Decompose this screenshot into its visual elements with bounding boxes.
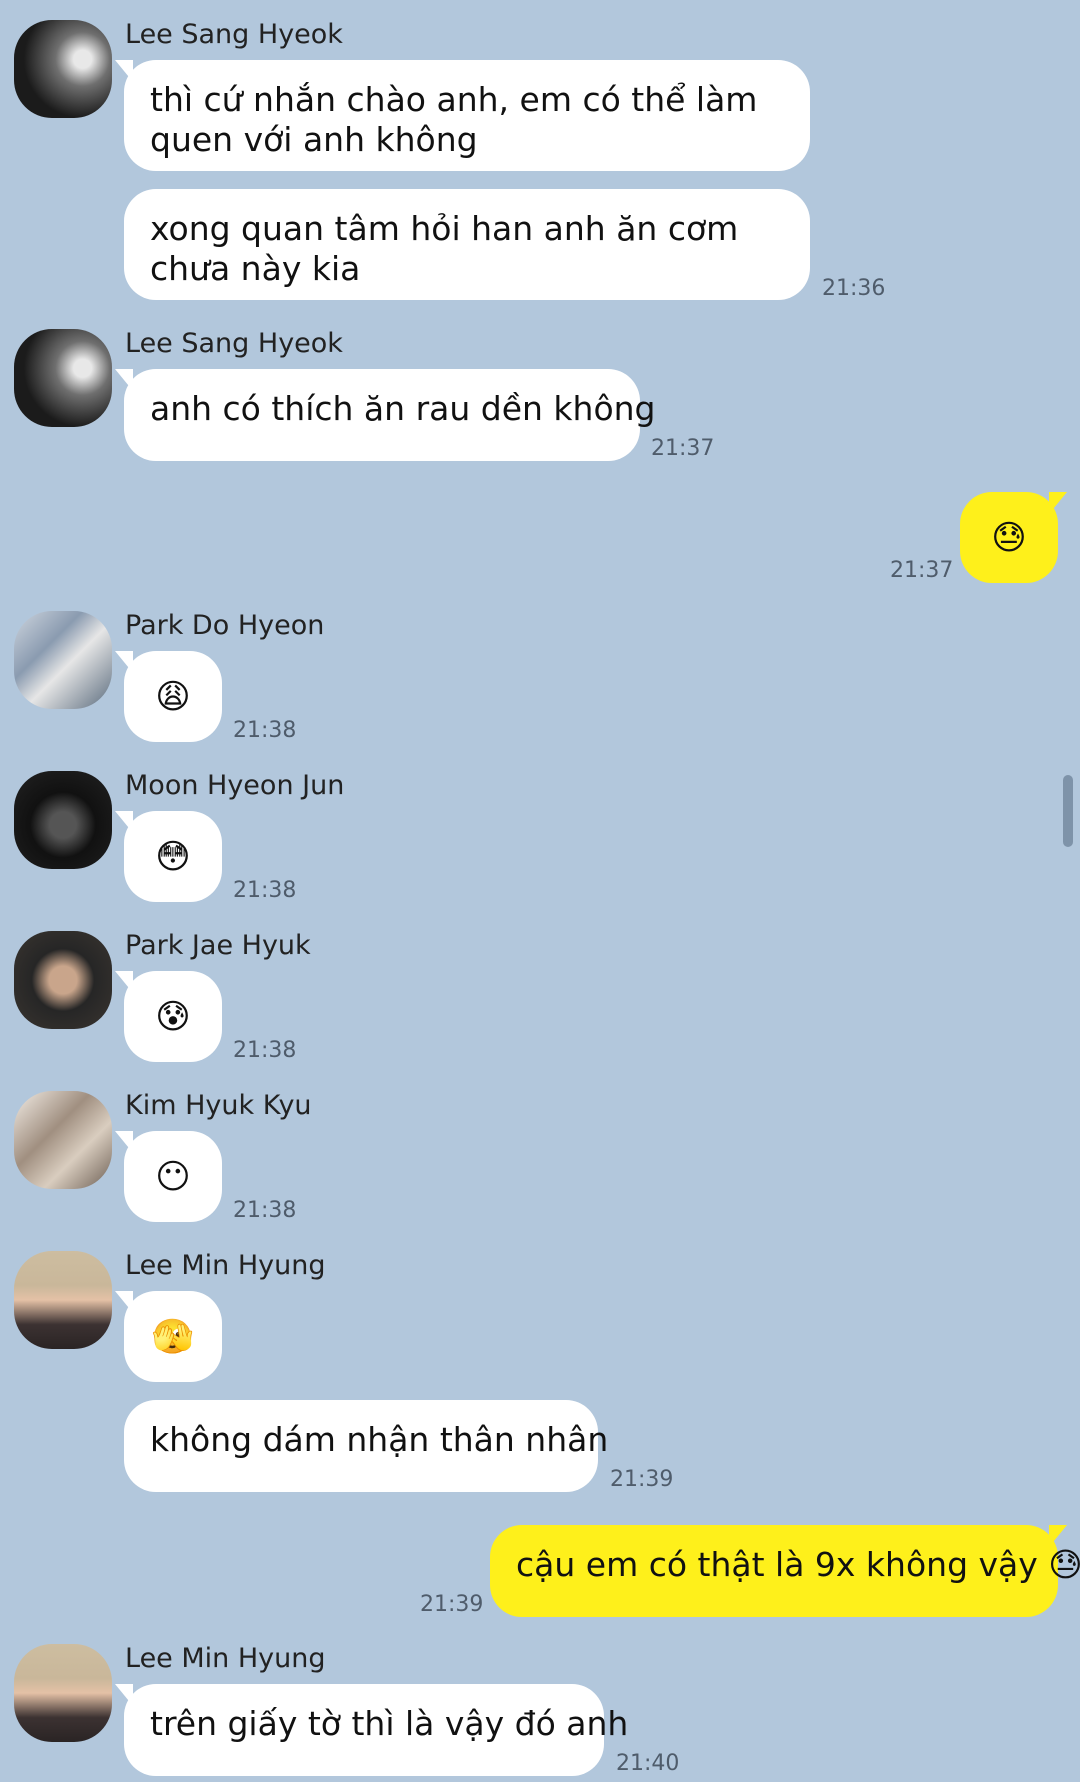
- message-bubble[interactable]: 😰: [115, 971, 222, 1062]
- chat-message-list[interactable]: Lee Sang Hyeok thì cứ nhắn chào anh, em …: [0, 0, 1080, 1782]
- avatar-lee-sang-hyeok[interactable]: [14, 20, 112, 118]
- message-bubble[interactable]: 🫣: [115, 1291, 222, 1382]
- avatar-lee-min-hyung[interactable]: [14, 1251, 112, 1349]
- message-timestamp: 21:38: [233, 718, 297, 743]
- message-timestamp: 21:39: [610, 1467, 674, 1492]
- avatar-lee-min-hyung[interactable]: [14, 1644, 112, 1742]
- message-bubble[interactable]: anh có thích ăn rau dền không: [115, 369, 656, 461]
- scrollbar-thumb[interactable]: [1063, 775, 1073, 847]
- sender-name: Lee Sang Hyeok: [125, 19, 343, 50]
- message-bubble[interactable]: không dám nhận thân nhân: [124, 1400, 608, 1492]
- outgoing-message-bubble[interactable]: cậu em có thật là 9x không vậy 😓: [490, 1525, 1080, 1617]
- message-bubble[interactable]: xong quan tâm hỏi han anh ăn cơm chưa nà…: [124, 189, 810, 300]
- sender-name: Lee Min Hyung: [125, 1643, 326, 1674]
- message-timestamp: 21:38: [233, 878, 297, 903]
- message-bubble[interactable]: 😩: [115, 651, 222, 742]
- message-timestamp: 21:40: [616, 1751, 680, 1776]
- sender-name: Lee Sang Hyeok: [125, 328, 343, 359]
- sender-name: Kim Hyuk Kyu: [125, 1090, 312, 1121]
- message-bubble[interactable]: trên giấy tờ thì là vậy đó anh: [115, 1684, 628, 1776]
- outgoing-emoji-bubble[interactable]: 😓: [960, 492, 1067, 583]
- message-timestamp: 21:38: [233, 1198, 297, 1223]
- avatar-moon-hyeon-jun[interactable]: [14, 771, 112, 869]
- sender-name: Park Do Hyeon: [125, 610, 325, 641]
- avatar-kim-hyuk-kyu[interactable]: [14, 1091, 112, 1189]
- message-timestamp: 21:38: [233, 1038, 297, 1063]
- message-bubble[interactable]: thì cứ nhắn chào anh, em có thể làm quen…: [115, 60, 810, 171]
- avatar-lee-sang-hyeok[interactable]: [14, 329, 112, 427]
- message-timestamp: 21:36: [822, 276, 886, 301]
- avatar-park-do-hyeon[interactable]: [14, 611, 112, 709]
- message-bubble[interactable]: 😳: [115, 811, 222, 902]
- sender-name: Park Jae Hyuk: [125, 930, 311, 961]
- message-timestamp: 21:37: [890, 558, 954, 583]
- message-timestamp: 21:37: [651, 436, 715, 461]
- sender-name: Lee Min Hyung: [125, 1250, 326, 1281]
- avatar-park-jae-hyuk[interactable]: [14, 931, 112, 1029]
- message-timestamp: 21:39: [420, 1592, 484, 1617]
- message-bubble[interactable]: 😶: [115, 1131, 222, 1222]
- sender-name: Moon Hyeon Jun: [125, 770, 345, 801]
